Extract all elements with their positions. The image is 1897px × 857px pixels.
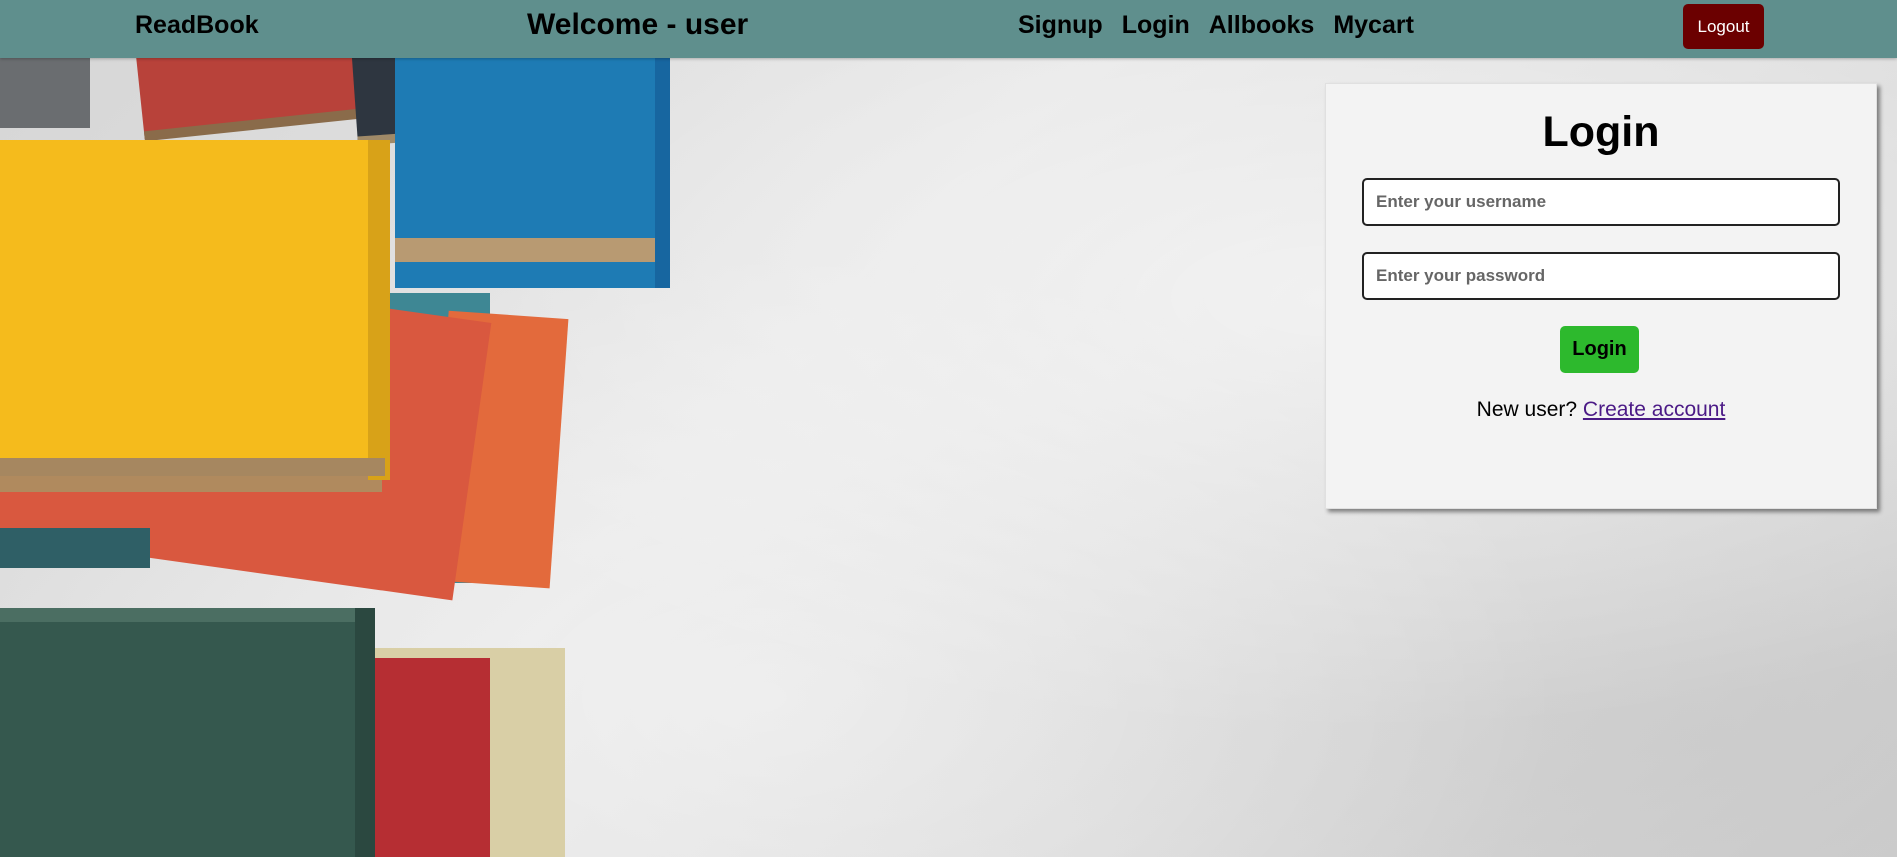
login-submit-button[interactable]: Login xyxy=(1560,326,1639,373)
username-input[interactable] xyxy=(1362,178,1840,226)
logout-button[interactable]: Logout xyxy=(1683,4,1764,49)
login-title: Login xyxy=(1542,108,1660,156)
nav-link-login[interactable]: Login xyxy=(1122,11,1190,40)
nav-link-signup[interactable]: Signup xyxy=(1018,11,1103,40)
navbar: ReadBook Welcome - user Signup Login All… xyxy=(0,0,1897,58)
welcome-heading: Welcome - user xyxy=(527,8,749,41)
books-illustration xyxy=(0,58,670,857)
nav-link-allbooks[interactable]: Allbooks xyxy=(1209,11,1315,40)
nav-links: Signup Login Allbooks Mycart xyxy=(1018,11,1414,40)
new-user-row: New user? Create account xyxy=(1326,398,1876,422)
password-input[interactable] xyxy=(1362,252,1840,300)
brand-link[interactable]: ReadBook xyxy=(135,11,259,40)
login-card: Login Login New user? Create account xyxy=(1325,83,1877,509)
nav-link-mycart[interactable]: Mycart xyxy=(1333,11,1414,40)
create-account-link[interactable]: Create account xyxy=(1583,398,1725,421)
new-user-text: New user? xyxy=(1476,398,1578,421)
